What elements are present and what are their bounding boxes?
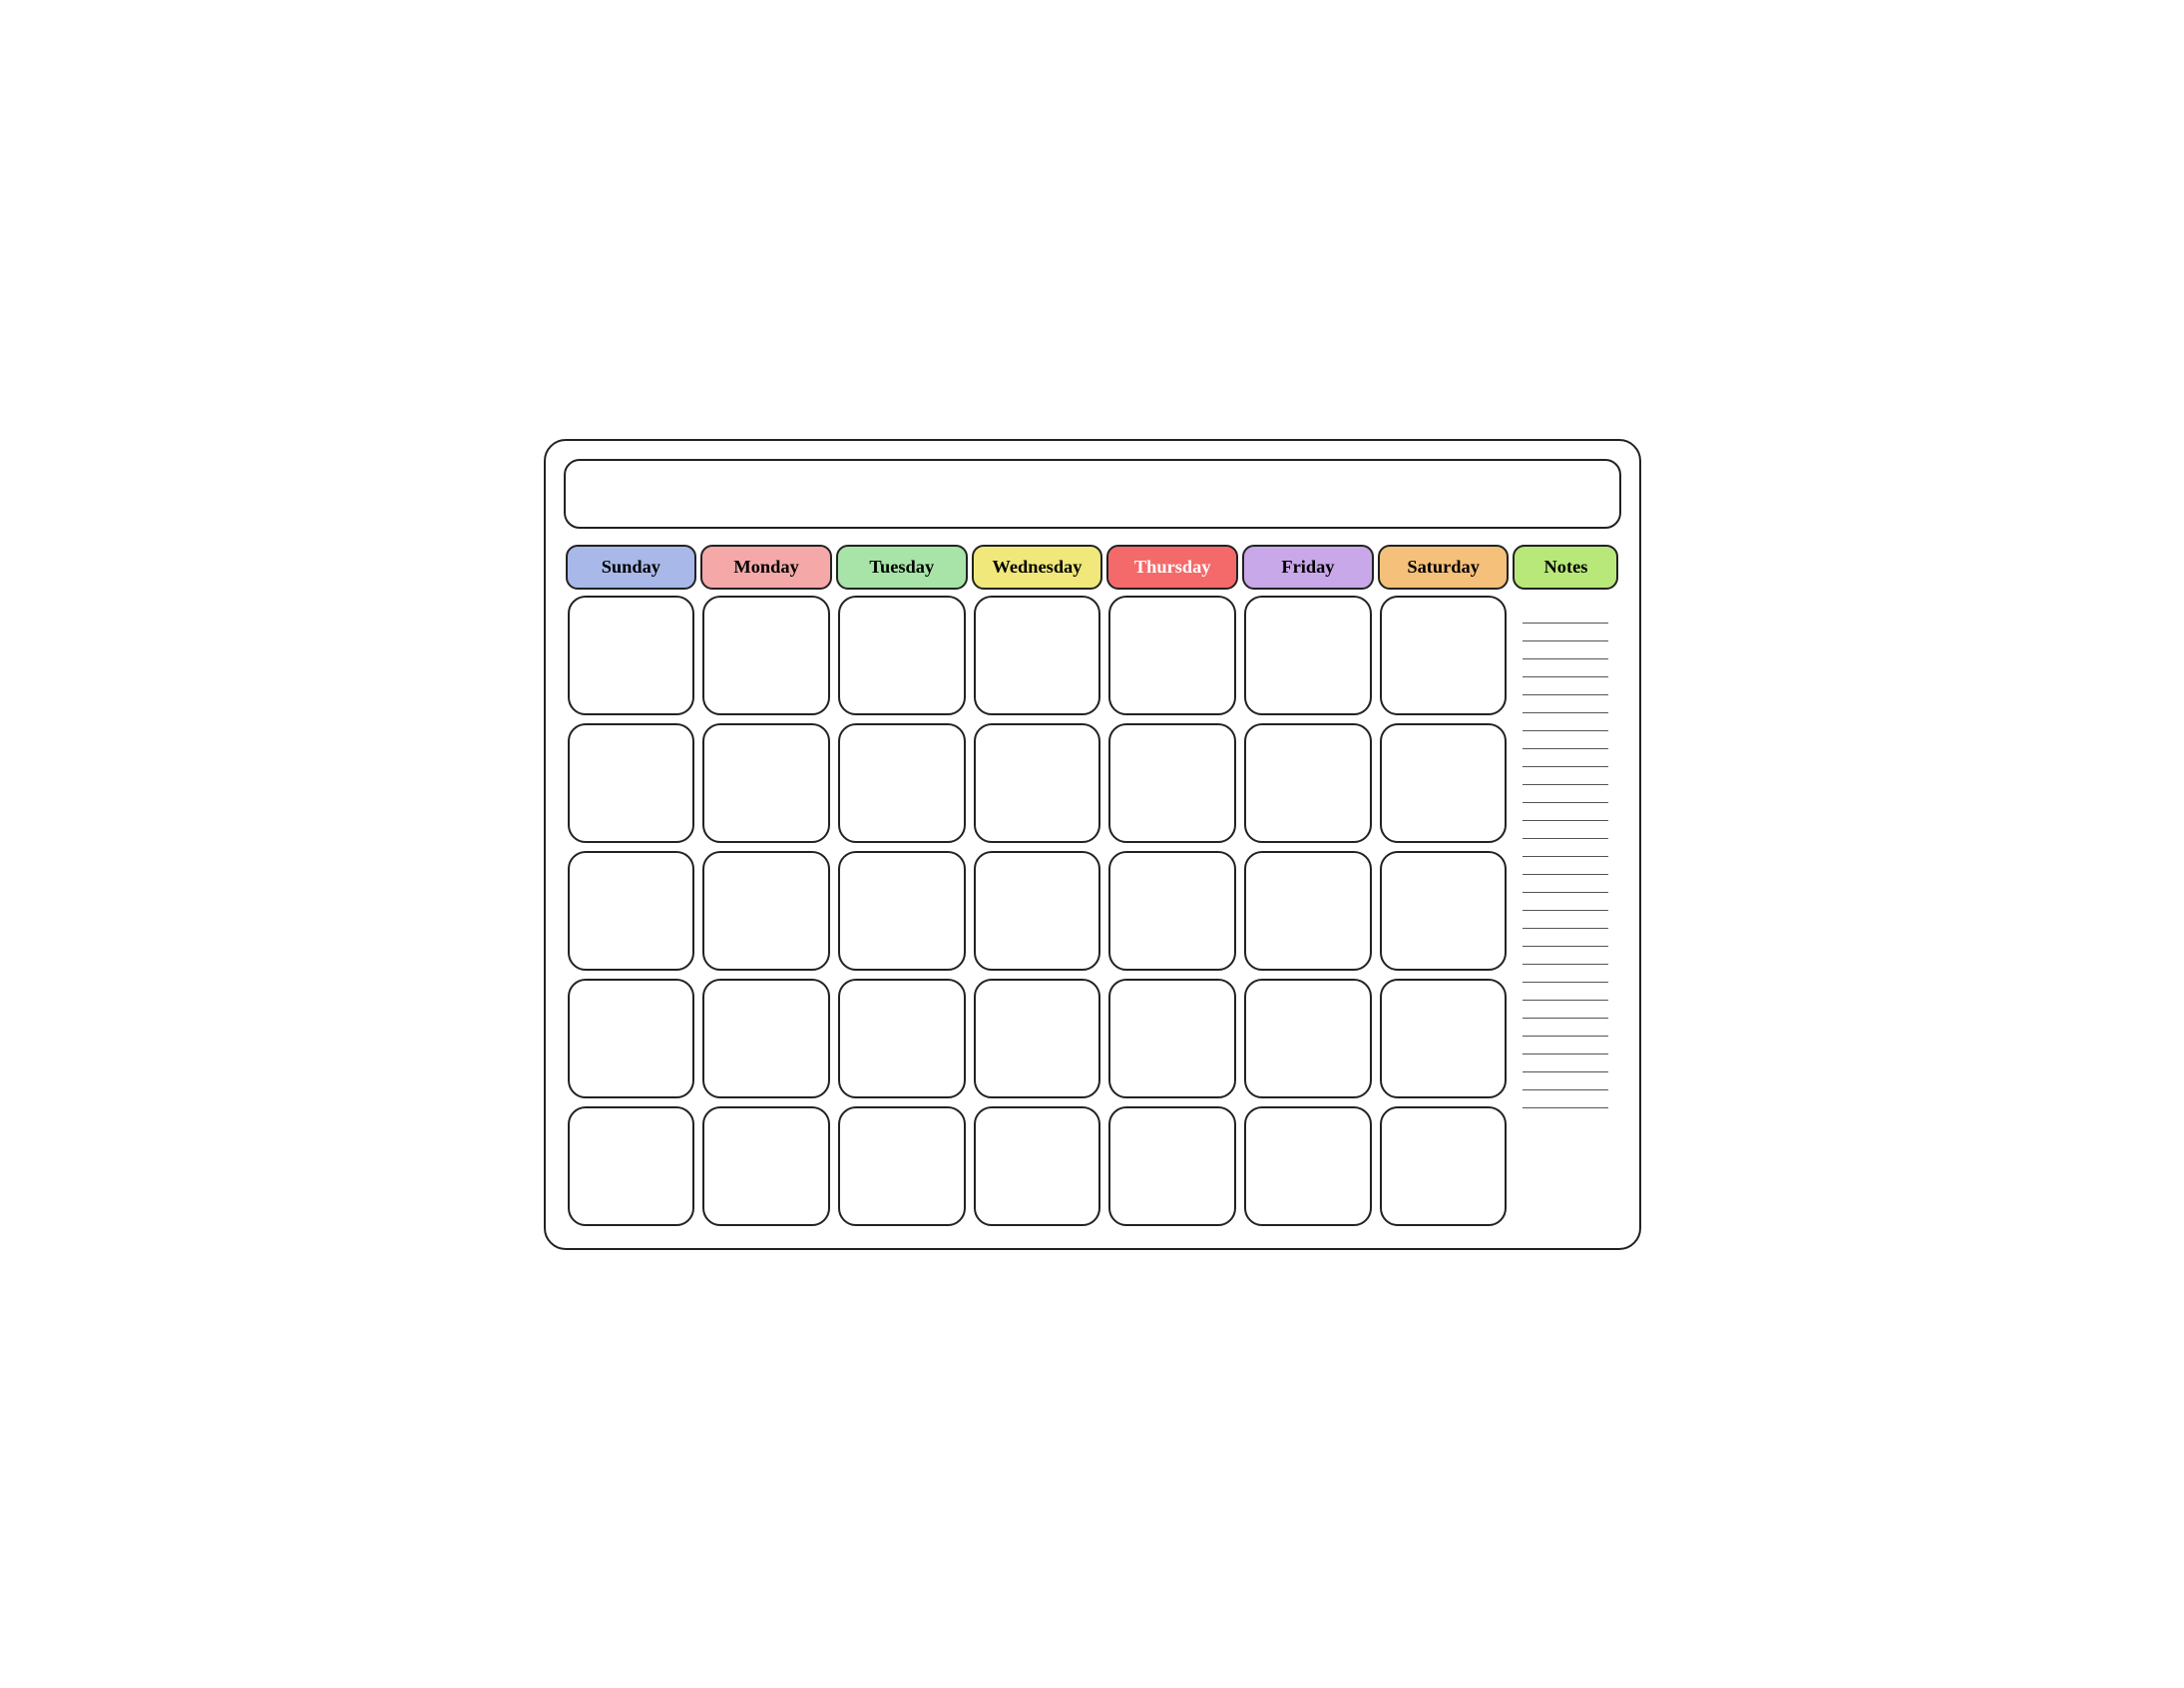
cell-row4-fri[interactable] (1244, 979, 1372, 1098)
cell-row4-wed[interactable] (974, 979, 1101, 1098)
cell-row3-thu[interactable] (1108, 851, 1236, 971)
cell-row4-thu[interactable] (1108, 979, 1236, 1098)
cell-row5-mon[interactable] (702, 1106, 830, 1226)
notes-line[interactable] (1523, 857, 1608, 875)
cell-row2-tue[interactable] (838, 723, 966, 843)
cell-row1-mon[interactable] (702, 596, 830, 715)
notes-line[interactable] (1523, 1090, 1608, 1108)
cell-row3-wed[interactable] (974, 851, 1101, 971)
cell-row2-fri[interactable] (1244, 723, 1372, 843)
notes-line[interactable] (1523, 767, 1608, 785)
cell-row5-sat[interactable] (1380, 1106, 1508, 1226)
cell-row3-sat[interactable] (1380, 851, 1508, 971)
notes-line[interactable] (1523, 785, 1608, 803)
notes-line[interactable] (1523, 947, 1608, 965)
header-monday: Monday (700, 545, 832, 590)
notes-line[interactable] (1523, 893, 1608, 911)
cell-row5-sun[interactable] (568, 1106, 695, 1226)
cell-row2-wed[interactable] (974, 723, 1101, 843)
cell-row4-mon[interactable] (702, 979, 830, 1098)
cell-row4-sat[interactable] (1380, 979, 1508, 1098)
notes-line[interactable] (1523, 929, 1608, 947)
title-bar[interactable] (564, 459, 1621, 529)
cell-row3-mon[interactable] (702, 851, 830, 971)
cell-row1-wed[interactable] (974, 596, 1101, 715)
cell-row5-thu[interactable] (1108, 1106, 1236, 1226)
cell-row2-sun[interactable] (568, 723, 695, 843)
notes-line[interactable] (1523, 1001, 1608, 1019)
notes-line[interactable] (1523, 911, 1608, 929)
cell-row5-tue[interactable] (838, 1106, 966, 1226)
cell-row5-wed[interactable] (974, 1106, 1101, 1226)
cell-row1-sat[interactable] (1380, 596, 1508, 715)
header-notes: Notes (1513, 545, 1618, 590)
cell-row3-fri[interactable] (1244, 851, 1372, 971)
cell-row2-mon[interactable] (702, 723, 830, 843)
notes-line[interactable] (1523, 695, 1608, 713)
notes-line[interactable] (1523, 606, 1608, 624)
notes-line[interactable] (1523, 641, 1608, 659)
notes-line[interactable] (1523, 803, 1608, 821)
calendar-grid: Sunday Monday Tuesday Wednesday Thursday… (564, 543, 1621, 1230)
notes-line[interactable] (1523, 624, 1608, 641)
header-friday: Friday (1242, 545, 1374, 590)
cell-row2-sat[interactable] (1380, 723, 1508, 843)
notes-line[interactable] (1523, 659, 1608, 677)
cell-row1-thu[interactable] (1108, 596, 1236, 715)
header-tuesday: Tuesday (836, 545, 968, 590)
notes-line[interactable] (1523, 965, 1608, 983)
cell-row5-fri[interactable] (1244, 1106, 1372, 1226)
notes-line[interactable] (1523, 749, 1608, 767)
calendar-container: Sunday Monday Tuesday Wednesday Thursday… (544, 439, 1641, 1250)
header-saturday: Saturday (1378, 545, 1510, 590)
notes-line[interactable] (1523, 821, 1608, 839)
notes-line[interactable] (1523, 1055, 1608, 1072)
notes-line[interactable] (1523, 839, 1608, 857)
notes-line[interactable] (1523, 731, 1608, 749)
notes-line[interactable] (1523, 713, 1608, 731)
notes-line[interactable] (1523, 677, 1608, 695)
header-sunday: Sunday (566, 545, 697, 590)
notes-line[interactable] (1523, 1019, 1608, 1037)
cell-row3-tue[interactable] (838, 851, 966, 971)
cell-row1-tue[interactable] (838, 596, 966, 715)
cell-row2-thu[interactable] (1108, 723, 1236, 843)
notes-line[interactable] (1523, 983, 1608, 1001)
notes-column[interactable] (1515, 596, 1616, 1226)
cell-row3-sun[interactable] (568, 851, 695, 971)
cell-row1-sun[interactable] (568, 596, 695, 715)
notes-line[interactable] (1523, 1072, 1608, 1090)
header-thursday: Thursday (1106, 545, 1238, 590)
notes-line[interactable] (1523, 1037, 1608, 1055)
cell-row1-fri[interactable] (1244, 596, 1372, 715)
cell-row4-sun[interactable] (568, 979, 695, 1098)
cell-row4-tue[interactable] (838, 979, 966, 1098)
header-wednesday: Wednesday (972, 545, 1103, 590)
notes-line[interactable] (1523, 875, 1608, 893)
